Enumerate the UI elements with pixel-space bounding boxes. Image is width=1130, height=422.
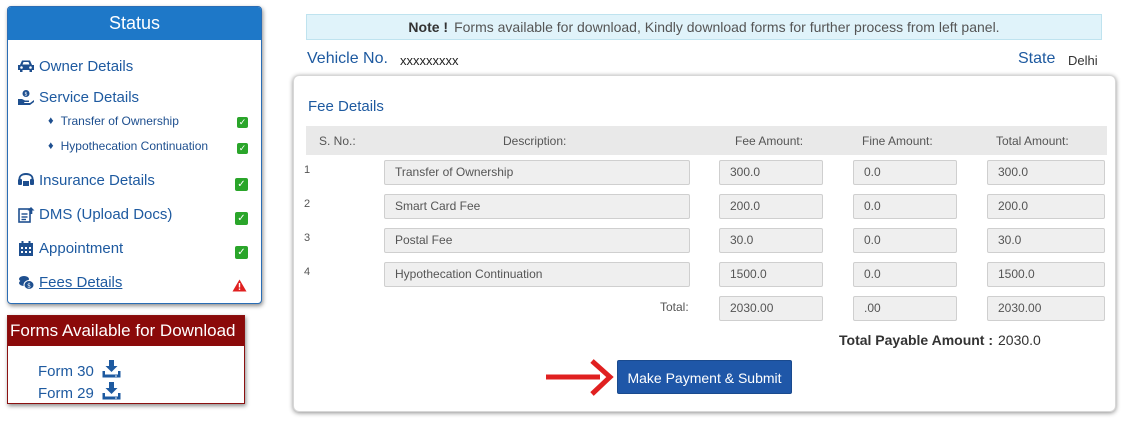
header-sno: S. No.:: [319, 134, 356, 148]
red-arrow-icon: [546, 359, 614, 396]
forms-header: Forms Available for Download: [8, 316, 244, 346]
status-item-fees-details[interactable]: $ Fees Details: [17, 273, 122, 291]
coins-icon: $: [17, 273, 35, 291]
header-description: Description:: [503, 134, 567, 148]
status-item-label: Service Details: [39, 88, 140, 106]
car-icon: [17, 57, 35, 75]
status-item-dms-upload-docs[interactable]: DMS (Upload Docs): [17, 205, 172, 223]
description-field: Smart Card Fee: [384, 194, 690, 219]
status-subitem-hypothecation[interactable]: ♦ Hypothecation Continuation: [48, 139, 208, 153]
status-item-label: Appointment: [39, 239, 124, 257]
note-banner: Note ! Forms available for download, Kind…: [306, 14, 1102, 40]
fee-amount-field: 200.0: [719, 194, 823, 219]
svg-text:$: $: [24, 91, 27, 97]
calendar-icon: [17, 239, 35, 257]
note-prefix: Note !: [408, 19, 449, 35]
total-amount-field: 300.0: [987, 160, 1105, 185]
status-item-label: Insurance Details: [39, 171, 155, 189]
fee-details-panel: Fee Details S. No.: Description: Fee Amo…: [293, 75, 1116, 412]
state-label: State: [1018, 50, 1056, 67]
vehicle-no-value: xxxxxxxxx: [400, 53, 459, 68]
status-item-owner-details[interactable]: Owner Details: [17, 57, 133, 75]
warning-icon: [232, 279, 247, 297]
fine-amount-field: 0.0: [853, 228, 957, 253]
status-subitem-transfer-ownership[interactable]: ♦ Transfer of Ownership: [48, 114, 179, 128]
download-icon[interactable]: [102, 382, 121, 404]
form-30-link[interactable]: Form 30: [38, 360, 121, 382]
row-sno: 4: [304, 266, 311, 278]
status-item-label: DMS (Upload Docs): [39, 205, 173, 223]
total-fine-field: .00: [853, 296, 957, 321]
status-item-insurance-details[interactable]: Insurance Details: [17, 171, 155, 189]
total-amount-field: 200.0: [987, 194, 1105, 219]
status-item-appointment[interactable]: Appointment: [17, 239, 123, 257]
insurance-icon: [17, 171, 35, 189]
description-field: Hypothecation Continuation: [384, 262, 690, 287]
fee-amount-field: 1500.0: [719, 262, 823, 287]
form-label: Form 29: [38, 384, 94, 402]
header-total-amount: Total Amount:: [996, 134, 1069, 148]
vehicle-no-label: Vehicle No.: [307, 50, 388, 67]
total-amount-field: 1500.0: [987, 262, 1105, 287]
fine-amount-field: 0.0: [853, 160, 957, 185]
check-icon: ✓: [235, 212, 248, 225]
note-text: Forms available for download, Kindly dow…: [454, 19, 1000, 35]
row-sno: 2: [304, 198, 311, 210]
total-payable-label: Total Payable Amount :: [839, 332, 994, 348]
fee-table-header: S. No.: Description: Fee Amount: Fine Am…: [306, 126, 1107, 155]
check-icon: ✓: [237, 117, 248, 128]
status-panel: Status Owner Details $ Service Details ♦…: [7, 6, 262, 304]
fee-amount-field: 300.0: [719, 160, 823, 185]
check-icon: ✓: [237, 143, 248, 154]
header-fine-amount: Fine Amount:: [862, 134, 933, 148]
status-item-service-details[interactable]: $ Service Details: [17, 88, 139, 106]
status-item-label: Owner Details: [39, 57, 134, 75]
status-subitem-label: Hypothecation Continuation: [60, 139, 209, 153]
fine-amount-field: 0.0: [853, 262, 957, 287]
row-sno: 1: [304, 164, 311, 176]
total-label: Total:: [660, 300, 689, 314]
diamond-bullet-icon: ♦: [48, 115, 54, 127]
grand-total-field: 2030.00: [987, 296, 1105, 321]
status-subitem-label: Transfer of Ownership: [60, 114, 179, 128]
check-icon: ✓: [235, 178, 248, 191]
total-fee-field: 2030.00: [719, 296, 823, 321]
download-icon[interactable]: [102, 360, 121, 382]
description-field: Transfer of Ownership: [384, 160, 690, 185]
make-payment-submit-button[interactable]: Make Payment & Submit: [617, 360, 792, 394]
fee-details-title: Fee Details: [308, 98, 384, 115]
form-label: Form 30: [38, 362, 94, 380]
forms-download-panel: Forms Available for Download Form 30 For…: [7, 315, 245, 404]
svg-text:$: $: [27, 282, 31, 289]
header-fee-amount: Fee Amount:: [735, 134, 804, 148]
total-payable-value: 2030.0: [998, 332, 1041, 348]
status-item-label: Fees Details: [39, 273, 123, 291]
status-header: Status: [8, 7, 261, 40]
service-hand-icon: $: [17, 88, 35, 106]
check-icon: ✓: [235, 246, 248, 259]
upload-docs-icon: [17, 205, 35, 223]
fine-amount-field: 0.0: [853, 194, 957, 219]
fee-amount-field: 30.0: [719, 228, 823, 253]
total-amount-field: 30.0: [987, 228, 1105, 253]
state-value: Delhi: [1068, 53, 1098, 68]
diamond-bullet-icon: ♦: [48, 140, 54, 152]
row-sno: 3: [304, 232, 311, 244]
form-29-link[interactable]: Form 29: [38, 382, 121, 404]
description-field: Postal Fee: [384, 228, 690, 253]
